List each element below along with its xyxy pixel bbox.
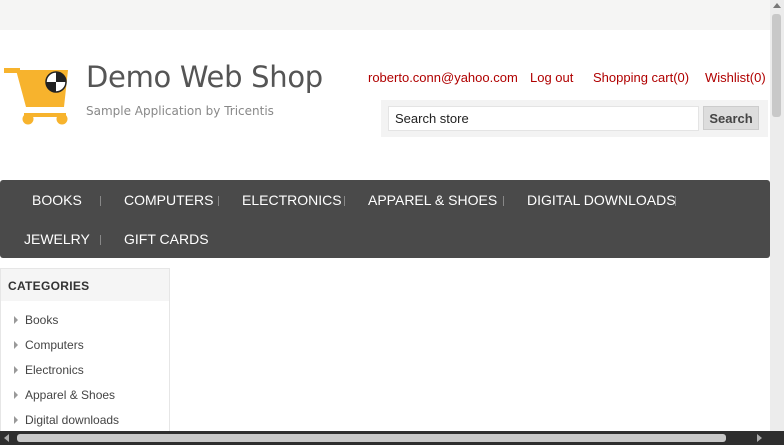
category-item-books[interactable]: Books (14, 313, 58, 327)
category-item-apparel-shoes[interactable]: Apparel & Shoes (14, 388, 115, 402)
logout-link[interactable]: Log out (530, 70, 573, 85)
category-item-electronics[interactable]: Electronics (14, 363, 84, 377)
arrow-right-icon (14, 341, 18, 349)
wishlist-link[interactable]: Wishlist(0) (705, 70, 766, 85)
category-label[interactable]: Apparel & Shoes (25, 388, 115, 402)
arrow-right-icon (14, 416, 18, 424)
arrow-right-icon (14, 391, 18, 399)
menu-item-apparel-shoes[interactable]: APPAREL & SHOES (368, 192, 497, 208)
categories-title: CATEGORIES (8, 279, 90, 293)
menu-item-jewelry[interactable]: JEWELRY (24, 231, 90, 247)
menu-separator (344, 196, 345, 206)
category-label[interactable]: Digital downloads (25, 413, 119, 427)
horizontal-scroll-thumb[interactable] (17, 434, 726, 442)
menu-item-electronics[interactable]: ELECTRONICS (242, 192, 342, 208)
menu-item-gift-cards[interactable]: GIFT CARDS (124, 231, 209, 247)
menu-separator (503, 196, 504, 206)
arrow-right-icon (14, 316, 18, 324)
menu-item-digital-downloads[interactable]: DIGITAL DOWNLOADS (527, 192, 676, 208)
category-label[interactable]: Books (25, 313, 58, 327)
search-button[interactable]: Search (703, 106, 759, 130)
menu-item-books[interactable]: BOOKS (32, 192, 82, 208)
top-strip (0, 0, 770, 30)
category-item-digital-downloads[interactable]: Digital downloads (14, 413, 119, 427)
menu-separator (100, 196, 101, 206)
site-subtitle: Sample Application by Tricentis (86, 104, 274, 118)
menu-separator (675, 196, 676, 206)
shopping-cart-icon[interactable] (4, 37, 72, 125)
category-item-computers[interactable]: Computers (14, 338, 84, 352)
scroll-up-icon[interactable] (773, 3, 781, 8)
scroll-right-icon[interactable] (757, 434, 762, 442)
menu-separator (218, 196, 219, 206)
scrollbar-corner (770, 431, 784, 445)
vertical-scroll-thumb[interactable] (772, 14, 781, 117)
account-link[interactable]: roberto.conn@yahoo.com (368, 70, 518, 85)
arrow-right-icon (14, 366, 18, 374)
shopping-cart-link[interactable]: Shopping cart(0) (593, 70, 689, 85)
search-input[interactable] (388, 106, 699, 131)
scroll-left-icon[interactable] (4, 434, 9, 442)
site-title[interactable]: Demo Web Shop (86, 60, 323, 94)
menu-item-computers[interactable]: COMPUTERS (124, 192, 213, 208)
menu-separator (100, 235, 101, 245)
category-label[interactable]: Electronics (25, 363, 84, 377)
category-label[interactable]: Computers (25, 338, 84, 352)
